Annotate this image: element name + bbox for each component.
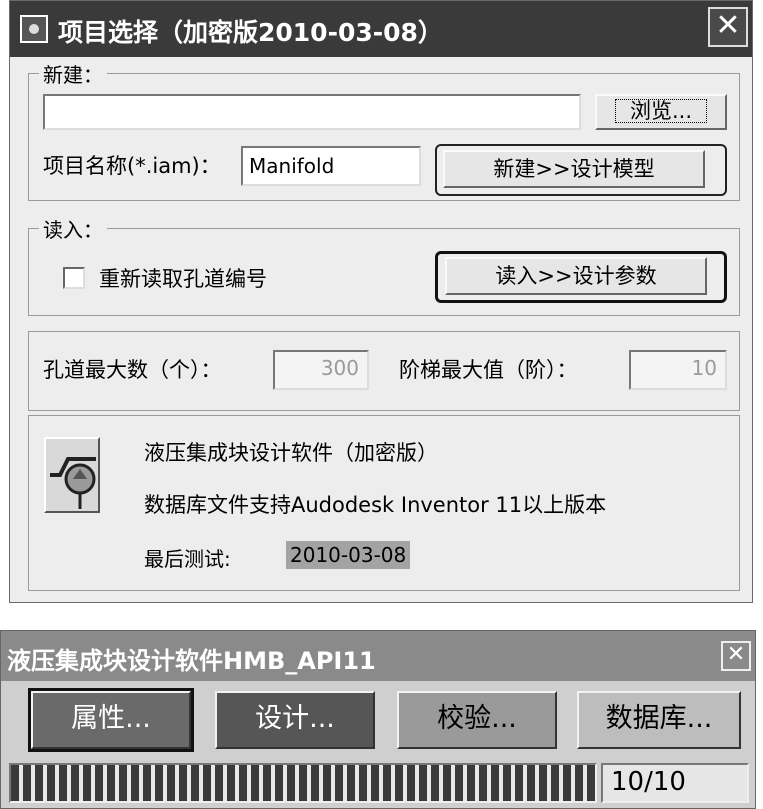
new-design-model-button[interactable]: 新建>>设计模型 [443, 150, 705, 188]
verify-button[interactable]: 校验... [397, 691, 557, 749]
product-name-text: 液压集成块设计软件（加密版） [144, 441, 438, 465]
close-button[interactable]: ✕ [708, 7, 748, 47]
title-bar-2[interactable]: 液压集成块设计软件HMB_API11 ✕ [1, 631, 755, 681]
project-path-input[interactable] [43, 94, 581, 130]
close-icon: ✕ [726, 642, 746, 667]
design-button[interactable]: 设计... [215, 691, 375, 749]
max-holes-label: 孔道最大数（个）： [43, 358, 222, 382]
close-button-2[interactable]: ✕ [721, 641, 751, 671]
reread-hole-numbers-checkbox[interactable] [63, 267, 85, 289]
last-test-date: 2010-03-08 [286, 541, 411, 569]
browse-button[interactable]: 浏览... [595, 94, 727, 130]
browse-button-label: 浏览... [614, 99, 708, 123]
toolbar-dialog: 液压集成块设计软件HMB_API11 ✕ 属性... 设计... 校验... 数… [0, 630, 756, 809]
dialog-title: 项目选择（加密版2010-03-08） [58, 18, 443, 47]
last-test-label: 最后测试: [144, 547, 231, 571]
max-steps-input[interactable]: 10 [629, 350, 727, 390]
new-group: 新建： 浏览... 项目名称(*.iam)： Manifold 新建>>设计模型 [28, 59, 740, 201]
hydraulic-valve-icon [44, 437, 100, 513]
project-name-input[interactable]: Manifold [241, 146, 421, 186]
toolbar-title: 液压集成块设计软件HMB_API11 [7, 647, 376, 675]
project-name-label: 项目名称(*.iam)： [43, 154, 221, 178]
read-group-legend: 读入： [39, 214, 107, 243]
progress-bar [9, 763, 597, 803]
project-select-dialog: 项目选择（加密版2010-03-08） ✕ 新建： 浏览... 项目名称(*.i… [9, 0, 753, 603]
app-icon [20, 15, 48, 43]
close-icon: ✕ [715, 8, 741, 43]
title-bar[interactable]: 项目选择（加密版2010-03-08） ✕ [10, 1, 752, 57]
progress-fill [11, 765, 595, 801]
reread-hole-numbers-label: 重新读取孔道编号 [99, 267, 267, 291]
read-group: 读入： 重新读取孔道编号 读入>>设计参数 [28, 214, 740, 316]
progress-counter: 10/10 [601, 763, 749, 803]
properties-button[interactable]: 属性... [28, 688, 194, 752]
params-group: 孔道最大数（个）： 300 阶梯最大值（阶）： 10 [28, 331, 740, 411]
database-button[interactable]: 数据库... [577, 691, 741, 749]
new-group-legend: 新建： [39, 59, 107, 88]
support-text: 数据库文件支持Audodesk Inventor 11以上版本 [144, 493, 607, 517]
max-steps-label: 阶梯最大值（阶）： [399, 358, 578, 382]
read-design-params-button[interactable]: 读入>>设计参数 [445, 257, 707, 295]
max-holes-input[interactable]: 300 [273, 350, 369, 390]
